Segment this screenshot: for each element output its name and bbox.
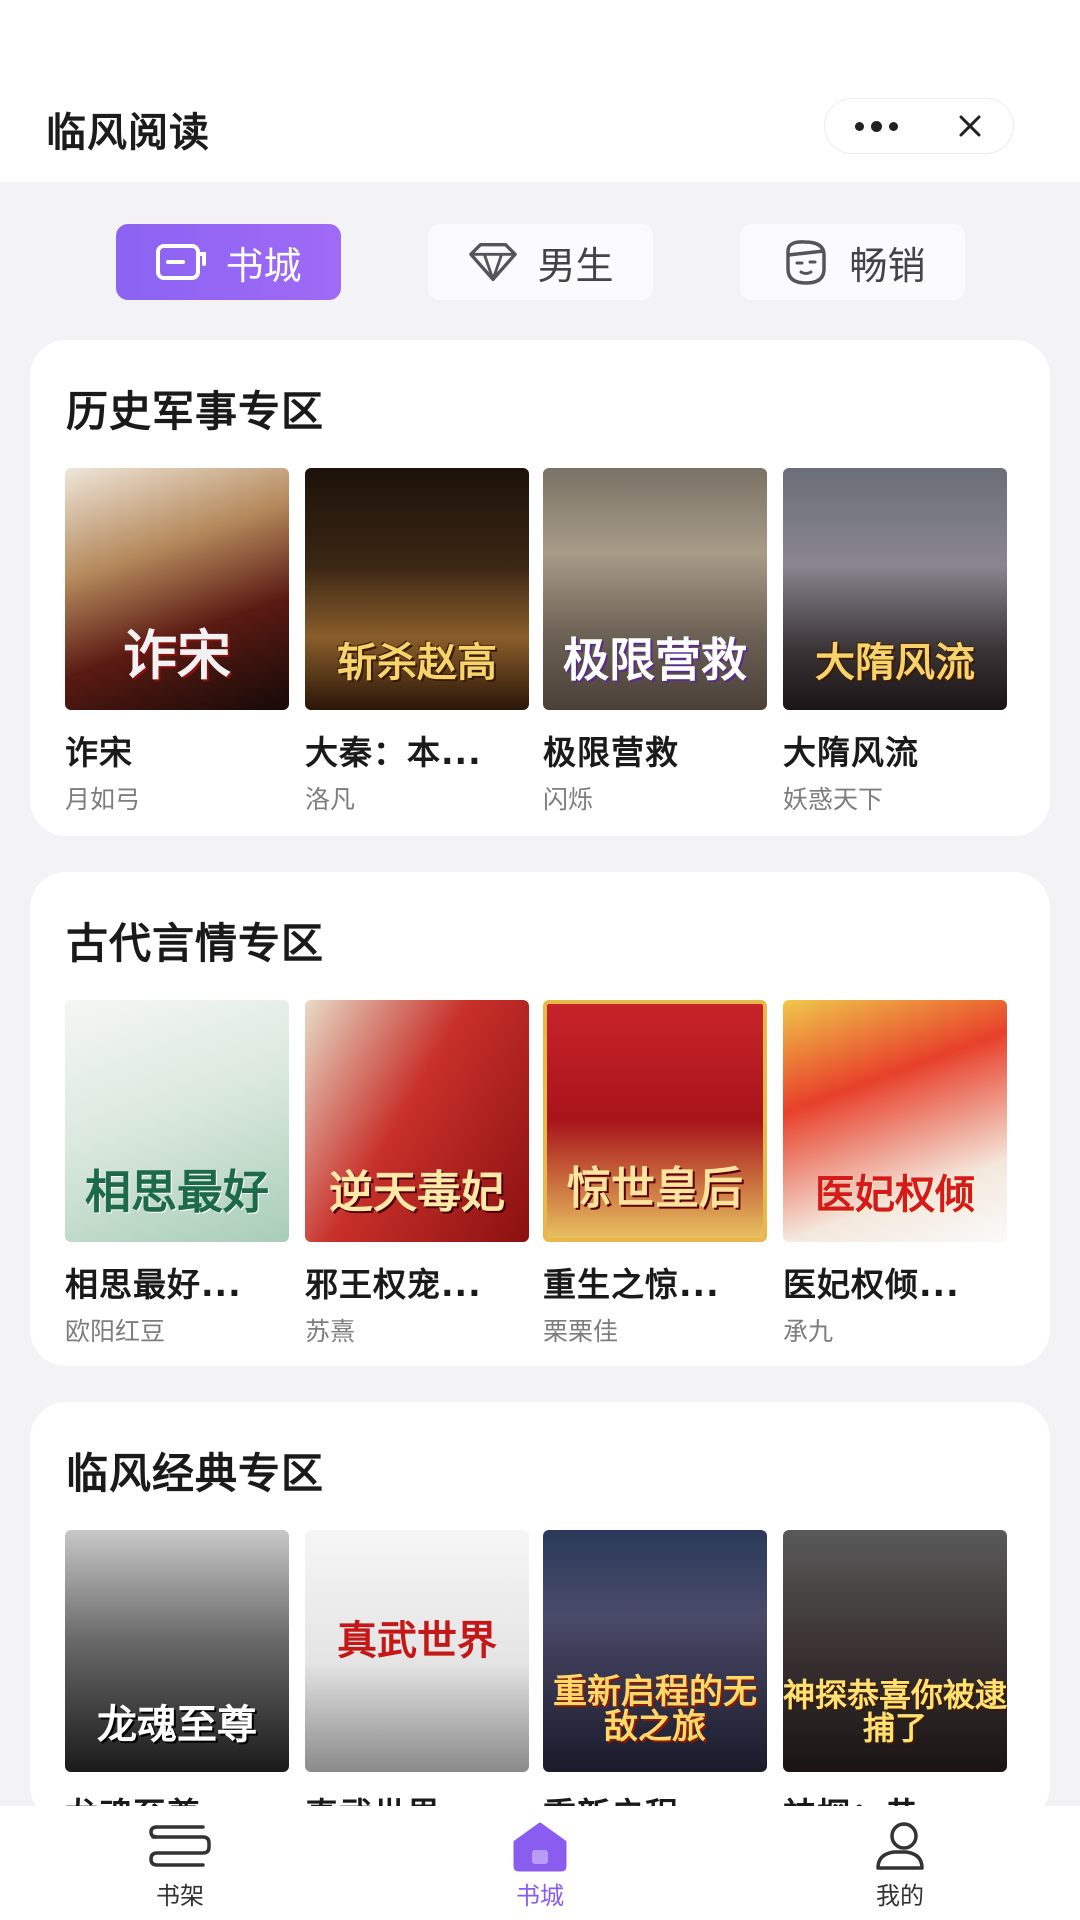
nav-label: 我的 bbox=[876, 1882, 924, 1910]
book-author: 妖惑天下 bbox=[783, 785, 884, 814]
top-bar: 临风阅读 bbox=[0, 0, 1080, 182]
cover-title: 惊世皇后 bbox=[567, 1162, 743, 1214]
book-card[interactable]: 惊世皇后 重生之惊... 栗栗佳 bbox=[543, 1000, 767, 1348]
book-author: 洛凡 bbox=[305, 785, 356, 814]
nav-label: 书城 bbox=[516, 1882, 564, 1910]
book-author: 苏熹 bbox=[305, 1317, 356, 1346]
book-cover: 极限营救 bbox=[543, 468, 767, 710]
app-title: 临风阅读 bbox=[46, 110, 210, 156]
book-card[interactable]: 龙魂至尊 龙魂至尊 bbox=[65, 1530, 289, 1842]
book-cover: 龙魂至尊 bbox=[65, 1530, 289, 1772]
more-button[interactable] bbox=[825, 99, 928, 153]
book-card[interactable]: 相思最好 相思最好... 欧阳红豆 bbox=[65, 1000, 289, 1348]
diamond-icon bbox=[467, 236, 519, 288]
book-card[interactable]: 神探恭喜你被逮捕了 神探：恭 bbox=[783, 1530, 1007, 1842]
book-card[interactable]: 重新启程的无敌之旅 重新启程 bbox=[543, 1530, 767, 1842]
nav-item-profile[interactable]: 我的 bbox=[840, 1820, 960, 1911]
book-cover: 重新启程的无敌之旅 bbox=[543, 1530, 767, 1772]
cover-title: 龙魂至尊 bbox=[97, 1701, 257, 1748]
section-linfeng-classics: 临风经典专区 龙魂至尊 龙魂至尊 真武世界 真武世界 重新启程的无敌之旅 重新启… bbox=[30, 1402, 1050, 1834]
section-title: 临风经典专区 bbox=[66, 1449, 325, 1498]
bookstore-home-icon bbox=[507, 1820, 573, 1872]
section-ancient-romance: 古代言情专区 相思最好 相思最好... 欧阳红豆 逆天毒妃 邪王权宠... 苏熹… bbox=[30, 872, 1050, 1366]
book-title: 邪王权宠... bbox=[305, 1265, 482, 1304]
cover-title: 逆天毒妃 bbox=[329, 1166, 505, 1218]
book-cover: 逆天毒妃 bbox=[305, 1000, 529, 1242]
cover-title: 斩杀赵高 bbox=[337, 639, 497, 686]
book-cover: 大隋风流 bbox=[783, 468, 1007, 710]
bookshelf-icon bbox=[147, 1820, 213, 1872]
tab-label: 畅销 bbox=[849, 243, 926, 288]
cover-title: 诈宋 bbox=[123, 623, 231, 688]
book-cover: 斩杀赵高 bbox=[305, 468, 529, 710]
close-button[interactable] bbox=[928, 99, 1013, 153]
cover-title: 真武世界 bbox=[337, 1617, 497, 1664]
more-dot-icon bbox=[854, 121, 864, 131]
close-icon bbox=[959, 115, 981, 137]
mini-program-capsule bbox=[824, 98, 1014, 154]
book-cover: 神探恭喜你被逮捕了 bbox=[783, 1530, 1007, 1772]
book-cover: 真武世界 bbox=[305, 1530, 529, 1772]
tab-label: 男生 bbox=[537, 243, 614, 288]
cover-title: 相思最好 bbox=[85, 1164, 269, 1219]
cover-title: 极限营救 bbox=[563, 632, 747, 687]
book-author: 栗栗佳 bbox=[543, 1317, 619, 1346]
book-card[interactable]: 医妃权倾 医妃权倾... 承九 bbox=[783, 1000, 1007, 1348]
book-cover: 惊世皇后 bbox=[543, 1000, 767, 1242]
book-title: 相思最好... bbox=[65, 1265, 242, 1304]
book-title: 大秦：本... bbox=[305, 733, 482, 772]
more-dot-icon bbox=[888, 121, 898, 131]
book-card[interactable]: 极限营救 极限营救 闪烁 bbox=[543, 468, 767, 816]
book-author: 闪烁 bbox=[543, 785, 594, 814]
cover-title: 大隋风流 bbox=[815, 639, 975, 686]
book-cover: 相思最好 bbox=[65, 1000, 289, 1242]
tab-bestseller[interactable]: 畅销 bbox=[740, 224, 965, 300]
book-author: 承九 bbox=[783, 1317, 834, 1346]
book-card[interactable]: 大隋风流 大隋风流 妖惑天下 bbox=[783, 468, 1007, 816]
book-title: 大隋风流 bbox=[783, 733, 919, 772]
nav-item-bookshelf[interactable]: 书架 bbox=[120, 1820, 240, 1911]
book-cover: 医妃权倾 bbox=[783, 1000, 1007, 1242]
book-card[interactable]: 诈宋 诈宋 月如弓 bbox=[65, 468, 289, 816]
book-author: 欧阳红豆 bbox=[65, 1317, 166, 1346]
book-title: 重生之惊... bbox=[543, 1265, 720, 1304]
section-history-military: 历史军事专区 诈宋 诈宋 月如弓 斩杀赵高 大秦：本... 洛凡 极限营救 极限… bbox=[30, 340, 1050, 836]
nav-label: 书架 bbox=[156, 1882, 204, 1910]
category-tabs: 书城 男生 畅销 bbox=[0, 224, 1080, 300]
cover-title: 神探恭喜你被逮捕了 bbox=[783, 1675, 1007, 1748]
bookstore-icon bbox=[155, 236, 207, 288]
tab-bookstore[interactable]: 书城 bbox=[116, 224, 341, 300]
bottom-nav: 书架 书城 我的 bbox=[0, 1806, 1080, 1920]
tab-male[interactable]: 男生 bbox=[428, 224, 653, 300]
book-cover: 诈宋 bbox=[65, 468, 289, 710]
book-card[interactable]: 真武世界 真武世界 bbox=[305, 1530, 529, 1842]
book-title: 医妃权倾... bbox=[783, 1265, 960, 1304]
section-title: 古代言情专区 bbox=[66, 919, 325, 968]
book-card[interactable]: 逆天毒妃 邪王权宠... 苏熹 bbox=[305, 1000, 529, 1348]
section-title: 历史军事专区 bbox=[66, 387, 325, 436]
book-title: 诈宋 bbox=[65, 733, 133, 772]
profile-icon bbox=[867, 1820, 933, 1872]
cover-title: 重新启程的无敌之旅 bbox=[553, 1671, 757, 1748]
cover-title: 医妃权倾 bbox=[815, 1171, 975, 1218]
book-author: 月如弓 bbox=[65, 785, 141, 814]
face-icon bbox=[779, 236, 831, 288]
tab-label: 书城 bbox=[225, 243, 302, 288]
book-title: 极限营救 bbox=[543, 733, 679, 772]
more-dot-icon bbox=[870, 120, 882, 132]
nav-item-bookstore[interactable]: 书城 bbox=[480, 1820, 600, 1911]
book-card[interactable]: 斩杀赵高 大秦：本... 洛凡 bbox=[305, 468, 529, 816]
